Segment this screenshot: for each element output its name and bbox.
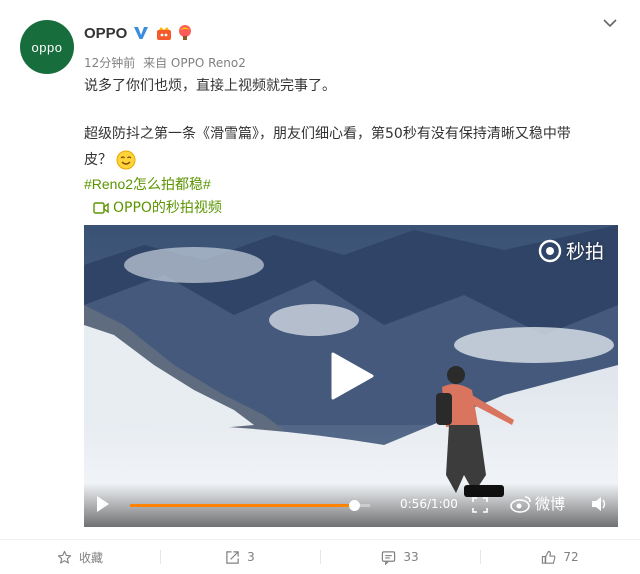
star-icon [57, 550, 72, 564]
video-source-link[interactable]: OPPO的秒拍视频 [93, 196, 222, 220]
like-count: 72 [563, 550, 579, 564]
like-button[interactable]: 72 [480, 540, 640, 574]
play-icon[interactable] [329, 351, 375, 401]
miaopai-watermark: 秒拍 [538, 237, 604, 264]
comment-count: 33 [403, 550, 419, 564]
balloon-badge-icon[interactable] [178, 25, 192, 42]
favorite-button[interactable]: 收藏 [0, 540, 160, 574]
progress-handle[interactable] [348, 500, 360, 511]
favorite-label: 收藏 [78, 550, 103, 565]
video-source-label: OPPO的秒拍视频 [113, 200, 222, 216]
post-text-line-2: 超级防抖之第一条《滑雪篇》，朋友们细心看，第50秒有没有保持清晰又稳中带 [84, 126, 571, 142]
video-controls-bar: 0:56/1:00 微博 [84, 483, 618, 527]
vip-badge-icon[interactable] [156, 26, 172, 42]
weibo-watermark-label: 微博 [535, 495, 566, 513]
comment-icon [382, 550, 396, 565]
post-time[interactable]: 12分钟前 [84, 56, 135, 70]
avatar-logo-text: oppo [31, 39, 63, 55]
post-text-line-3: 皮？ [84, 148, 136, 172]
repost-count: 3 [247, 550, 255, 564]
repost-icon [226, 550, 239, 564]
like-icon [542, 550, 556, 564]
repost-button[interactable]: 3 [160, 540, 320, 574]
verified-v-icon[interactable] [133, 25, 149, 41]
comment-button[interactable]: 33 [320, 540, 480, 574]
avatar[interactable]: oppo [20, 20, 74, 74]
miaopai-watermark-label: 秒拍 [565, 241, 604, 263]
miaopai-logo-icon [538, 239, 562, 262]
post-text-line-1: 说多了你们也烦，直接上视频就完事了。 [84, 78, 336, 94]
smile-emoji-icon [116, 150, 136, 170]
post-meta: 12分钟前 来自 OPPO Reno2 [84, 54, 246, 71]
progress-fill [130, 504, 354, 507]
weibo-logo-icon [510, 495, 531, 513]
video-camera-icon [93, 202, 109, 214]
post-source[interactable]: 来自 OPPO Reno2 [143, 56, 246, 70]
username-link[interactable]: OPPO [84, 25, 127, 42]
video-player[interactable]: 秒拍 0:56/1:00 微博 [84, 225, 618, 527]
post-text-line-3-content: 皮？ [84, 152, 112, 168]
fullscreen-icon[interactable] [472, 497, 488, 513]
volume-icon[interactable] [590, 495, 608, 513]
weibo-watermark: 微博 [510, 493, 565, 514]
progress-bar[interactable] [130, 500, 370, 511]
chevron-down-icon[interactable] [603, 18, 617, 28]
play-button-icon[interactable] [96, 495, 110, 513]
hashtag-link[interactable]: #Reno2怎么拍都稳# [84, 172, 211, 196]
action-bar: 收藏 3 33 72 [0, 540, 640, 574]
time-readout: 0:56/1:00 [400, 497, 458, 511]
